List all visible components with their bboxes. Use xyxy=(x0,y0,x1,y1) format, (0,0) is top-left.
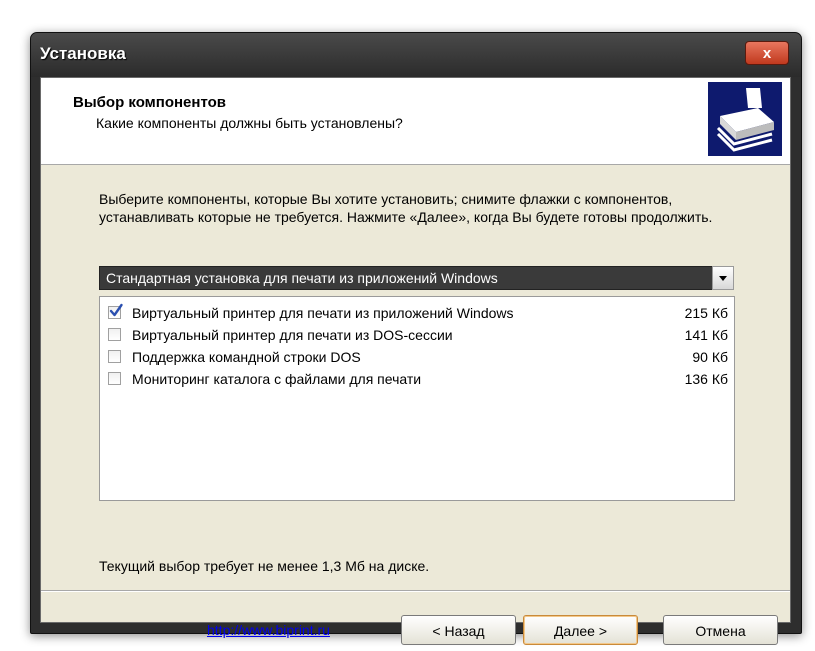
component-checkbox[interactable] xyxy=(108,372,121,385)
page-title: Выбор компонентов xyxy=(73,94,226,111)
component-label: Виртуальный принтер для печати из прилож… xyxy=(132,305,514,321)
dropdown-arrow-button[interactable] xyxy=(712,266,734,290)
website-link[interactable]: http://www.biprint.ru xyxy=(207,622,330,638)
list-item[interactable]: Виртуальный принтер для печати из прилож… xyxy=(108,303,728,325)
instructions-text: Выберите компоненты, которые Вы хотите у… xyxy=(99,191,713,225)
list-item[interactable]: Мониторинг каталога с файлами для печати… xyxy=(108,369,728,391)
footer-divider xyxy=(41,590,790,592)
cancel-button[interactable]: Отмена xyxy=(663,615,778,645)
component-label: Виртуальный принтер для печати из DOS-се… xyxy=(132,327,453,343)
dialog-client-area: Выбор компонентов Какие компоненты должн… xyxy=(40,77,791,645)
install-type-value: Стандартная установка для печати из прил… xyxy=(106,270,498,286)
back-button[interactable]: < Назад xyxy=(401,615,516,645)
checkmark-icon xyxy=(109,303,123,317)
window-title: Установка xyxy=(40,44,126,63)
title-bar[interactable]: Установка x xyxy=(31,33,801,77)
component-size: 90 Кб xyxy=(692,349,728,365)
disk-space-requirement: Текущий выбор требует не менее 1,3 Мб на… xyxy=(99,558,430,574)
component-size: 141 Кб xyxy=(684,327,728,343)
component-label: Поддержка командной строки DOS xyxy=(132,349,361,365)
component-checkbox[interactable] xyxy=(108,350,121,363)
installer-window: Установка x Выбор компонентов Какие комп… xyxy=(30,32,802,645)
list-item[interactable]: Поддержка командной строки DOS 90 Кб xyxy=(108,347,728,369)
chevron-down-icon xyxy=(719,275,727,281)
next-button[interactable]: Далее > xyxy=(523,615,638,645)
component-checkbox[interactable] xyxy=(108,303,123,319)
component-checkbox[interactable] xyxy=(108,328,121,341)
close-button[interactable]: x xyxy=(745,41,789,65)
components-list[interactable]: Виртуальный принтер для печати из прилож… xyxy=(99,296,735,501)
printer-icon xyxy=(708,82,782,156)
list-item[interactable]: Виртуальный принтер для печати из DOS-се… xyxy=(108,325,728,347)
wizard-header: Выбор компонентов Какие компоненты должн… xyxy=(41,78,790,165)
install-type-select[interactable]: Стандартная установка для печати из прил… xyxy=(99,266,734,290)
component-size: 136 Кб xyxy=(684,371,728,387)
component-size: 215 Кб xyxy=(684,305,728,321)
page-subtitle: Какие компоненты должны быть установлены… xyxy=(96,115,403,131)
component-label: Мониторинг каталога с файлами для печати xyxy=(132,371,422,387)
